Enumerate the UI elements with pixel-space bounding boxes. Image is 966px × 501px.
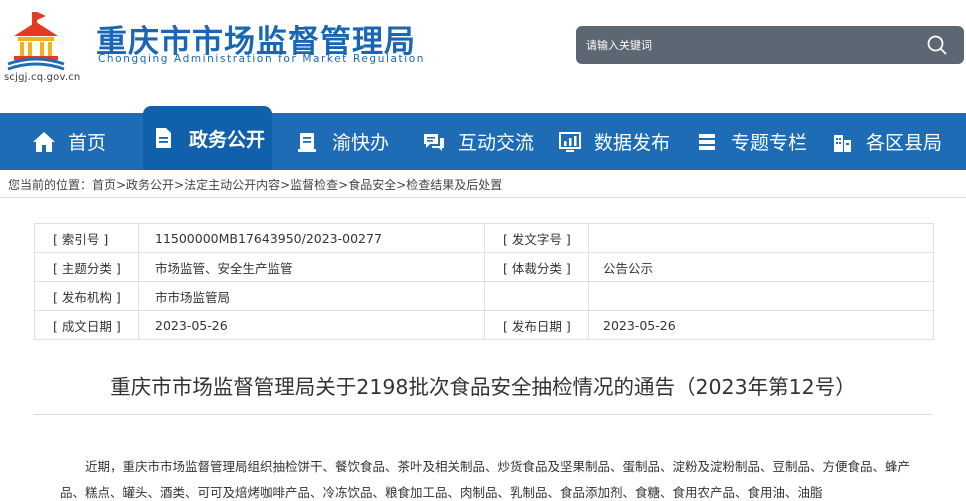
table-row: [ 主题分类 ] 市场监管、安全生产监管 [ 体裁分类 ] 公告公示 [34, 252, 934, 282]
title-divider [34, 414, 932, 415]
info-value [588, 281, 934, 311]
nav-item-special-topics[interactable]: 专题专栏 [695, 113, 807, 170]
site-domain-text: scjgj.cq.gov.cn [4, 72, 81, 83]
site-subtitle: Chongqing Administration for Market Regu… [98, 53, 426, 65]
nav-item-yukuaiban[interactable]: 渝快办 [296, 113, 389, 170]
nav-item-label: 渝快办 [332, 132, 390, 154]
info-value [588, 223, 934, 253]
info-value: 2023-05-26 [588, 310, 934, 340]
article-title: 重庆市市场监督管理局关于2198批次食品安全抽检情况的通告（2023年第12号） [110, 375, 856, 399]
search-input[interactable] [586, 34, 906, 56]
info-label: [ 发文字号 ] [484, 223, 589, 253]
site-header: scjgj.cq.gov.cn 重庆市市场监督管理局 Chongqing Adm… [0, 0, 966, 113]
info-label: [ 体裁分类 ] [484, 252, 589, 282]
nav-item-label: 各区县局 [866, 132, 943, 154]
nav-item-label: 首页 [68, 132, 107, 154]
nav-item-districts[interactable]: 各区县局 [830, 113, 942, 170]
building-icon [834, 134, 851, 152]
nav-item-home[interactable]: 首页 [32, 113, 106, 170]
document-icon [156, 128, 171, 148]
table-row: [ 索引号 ] 11500000MB17643950/2023-00277 [ … [34, 223, 934, 253]
info-label: [ 发布机构 ] [34, 281, 139, 311]
list-icon [699, 133, 715, 150]
home-icon [33, 131, 55, 152]
data-icon [559, 131, 581, 152]
site-logo-icon[interactable] [6, 10, 66, 72]
article-body: 近期，重庆市市场监督管理局组织抽检饼干、餐饮食品、茶叶及相关制品、炒货食品及坚果… [60, 454, 912, 501]
chat-icon [424, 133, 444, 151]
info-label: [ 主题分类 ] [34, 252, 139, 282]
info-value: 11500000MB17643950/2023-00277 [138, 223, 485, 253]
info-value: 市市场监管局 [138, 281, 485, 311]
nav-item-label: 数据发布 [594, 132, 671, 154]
main-nav: 首页 政务公开 渝快办 互动交流 数据发布 专题专栏 各区县局 [0, 106, 966, 170]
info-value: 公告公示 [588, 252, 934, 282]
table-row: [ 发布机构 ] 市市场监管局 [34, 281, 934, 311]
info-value: 2023-05-26 [138, 310, 485, 340]
nav-item-open-government[interactable]: 政务公开 [143, 106, 272, 170]
document-info-table: [ 索引号 ] 11500000MB17643950/2023-00277 [ … [34, 223, 934, 340]
search-box [576, 26, 964, 64]
nav-item-label: 政务公开 [189, 128, 266, 151]
nav-item-label: 互动交流 [458, 132, 535, 154]
nav-item-data-release[interactable]: 数据发布 [558, 113, 670, 170]
search-icon[interactable] [926, 34, 948, 56]
info-value: 市场监管、安全生产监管 [138, 252, 485, 282]
breadcrumb[interactable]: 您当前的位置：首页>政务公开>法定主动公开内容>监督检查>食品安全>检查结果及后… [8, 176, 502, 193]
nav-item-interaction[interactable]: 互动交流 [422, 113, 534, 170]
article-paragraph: 近期，重庆市市场监督管理局组织抽检饼干、餐饮食品、茶叶及相关制品、炒货食品及坚果… [60, 459, 911, 500]
table-row: [ 成文日期 ] 2023-05-26 [ 发布日期 ] 2023-05-26 [34, 310, 934, 340]
service-icon [298, 132, 316, 152]
breadcrumb-divider [0, 197, 966, 198]
info-label [484, 281, 589, 311]
nav-item-label: 专题专栏 [731, 132, 808, 154]
info-label: [ 发布日期 ] [484, 310, 589, 340]
info-label: [ 索引号 ] [34, 223, 139, 253]
info-label: [ 成文日期 ] [34, 310, 139, 340]
